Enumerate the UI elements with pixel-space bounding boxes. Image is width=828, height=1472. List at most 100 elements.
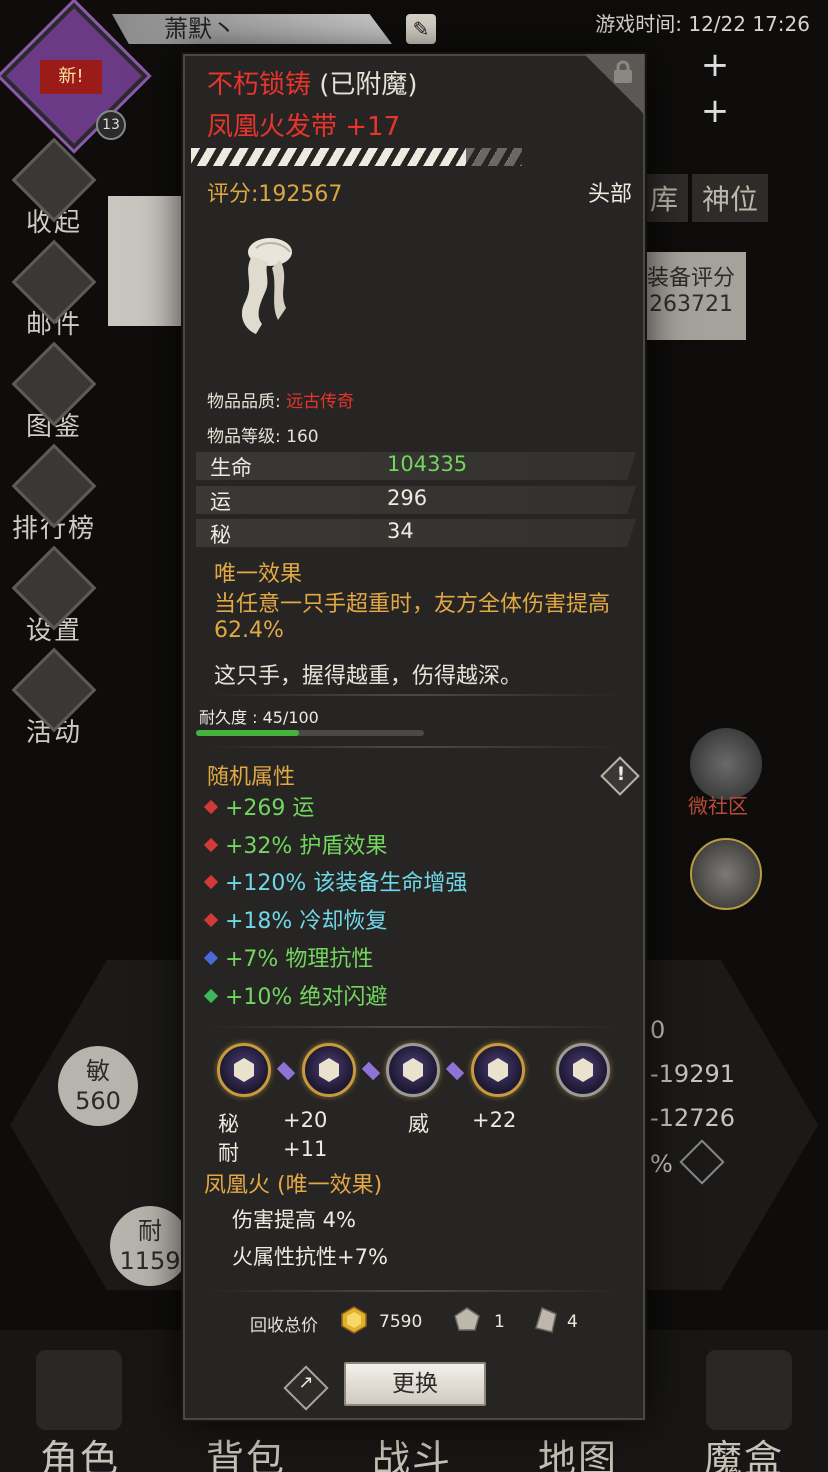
gem-stat-label: 威	[408, 1112, 429, 1136]
stat-name: 秘	[210, 523, 231, 547]
gem-socket[interactable]	[302, 1043, 356, 1097]
item-score: 评分:192567	[207, 182, 343, 207]
tab-battle[interactable]: 战斗	[372, 1428, 452, 1472]
random-attr-text: +32% 护盾效果	[225, 834, 388, 859]
player-name-bar: 萧默丶	[112, 14, 392, 44]
item-level: 物品等级: 160	[207, 427, 319, 447]
magic-box-icon	[706, 1350, 792, 1430]
side-menu-settings[interactable]: 设置	[8, 545, 100, 658]
stat-value: -19291	[650, 1060, 736, 1088]
quality-value: 远古传奇	[286, 392, 355, 412]
set-effect-line: 火属性抗性+7%	[232, 1245, 388, 1269]
add-resource-icon[interactable]: +	[700, 94, 730, 128]
player-name: 萧默丶	[164, 15, 236, 43]
unique-effect-desc: 当任意一只手超重时，友方全体伤害提高 62.4%	[214, 592, 611, 643]
stat-name: 生命	[210, 456, 252, 480]
material-stone-icon	[454, 1307, 480, 1331]
gem-stat-label: 耐	[218, 1141, 239, 1165]
random-attr-text: +7% 物理抗性	[225, 947, 374, 972]
random-attr-row: +269 运	[203, 790, 315, 822]
gem-socket[interactable]	[386, 1043, 440, 1097]
flavor-text: 这只手，握得越重，伤得越深。	[214, 664, 523, 689]
gem-socket[interactable]	[471, 1043, 525, 1097]
stat-circle-endurance: 耐 1159	[110, 1206, 190, 1286]
social-label: 微社区	[688, 794, 748, 818]
set-effect-title: 凤凰火 (唯一效果)	[204, 1173, 383, 1198]
stat-circle-agility: 敏 560	[58, 1046, 138, 1126]
share-icon: ↗	[298, 1372, 314, 1393]
gem-stat-value: +11	[283, 1137, 328, 1161]
side-menu-events[interactable]: 活动	[8, 647, 100, 760]
set-effect-line: 伤害提高 4%	[232, 1208, 356, 1232]
attr-gem-icon	[203, 799, 219, 815]
new-badge: 新!	[40, 60, 102, 94]
tab-character[interactable]: 角色	[40, 1428, 120, 1472]
stat-value: -12726	[650, 1104, 736, 1132]
random-attr-row: +32% 护盾效果	[203, 828, 388, 860]
stat-value: %	[650, 1150, 673, 1178]
gold-icon	[341, 1306, 367, 1334]
game-time: 游戏时间: 12/22 17:26	[595, 12, 810, 36]
divider	[206, 1026, 622, 1028]
helmet-icon[interactable]	[690, 838, 762, 910]
lock-icon[interactable]	[612, 60, 634, 84]
recycle-label: 回收总价	[250, 1316, 318, 1336]
gem-stat-value: +20	[283, 1108, 328, 1132]
enhance-stripe-empty	[466, 148, 522, 166]
gem-socket[interactable]	[556, 1043, 610, 1097]
replace-button[interactable]: 更换	[344, 1362, 486, 1406]
random-attr-text: +120% 该装备生命增强	[225, 871, 468, 896]
random-attr-text: +269 运	[225, 796, 315, 821]
attr-gem-icon	[203, 912, 219, 928]
durability-fill	[196, 730, 299, 736]
item-quality: 物品品质: 远古传奇	[207, 392, 355, 412]
unique-effect-title: 唯一效果	[214, 562, 303, 587]
enchant-title: 不朽锁铸 (已附魔)	[207, 70, 418, 100]
gem-stat-value: +22	[472, 1108, 517, 1132]
stat-value: 296	[387, 486, 428, 510]
side-menu-ranking[interactable]: 排行榜	[8, 443, 100, 556]
random-attr-row: +18% 冷却恢复	[203, 903, 388, 935]
add-resource-icon[interactable]: +	[700, 48, 730, 82]
equip-score-label: 装备评分	[646, 266, 735, 291]
badge-level: 13	[96, 110, 126, 140]
exclamation-icon: !	[616, 763, 626, 785]
item-slot: 头部	[587, 182, 632, 207]
attr-gem-icon	[203, 874, 219, 890]
tab-bag[interactable]: 背包	[206, 1428, 286, 1472]
stat-name: 运	[210, 490, 231, 514]
gem-socket[interactable]	[217, 1043, 271, 1097]
recycle-mat1: 1	[494, 1312, 505, 1332]
durability-label: 耐久度 : 45/100	[199, 708, 319, 727]
divider	[206, 746, 622, 748]
headband-icon	[241, 238, 292, 334]
recycle-gold: 7590	[379, 1312, 423, 1332]
tab-map[interactable]: 地图	[538, 1428, 618, 1472]
side-menu-collapse[interactable]: 收起	[8, 137, 100, 250]
side-menu-codex[interactable]: 图鉴	[8, 341, 100, 454]
item-name: 凤凰火发带 +17	[207, 112, 401, 142]
equip-score-value: 263721	[649, 292, 733, 317]
dragon-banner	[108, 196, 192, 326]
divider	[206, 1290, 622, 1292]
tab-shrine[interactable]: 神位	[692, 174, 769, 222]
stat-row-bg	[196, 519, 636, 547]
tab-magic-box[interactable]: 魔盒	[704, 1428, 784, 1472]
stat-value: 104335	[387, 452, 468, 476]
recycle-mat2: 4	[567, 1312, 578, 1332]
random-attr-row: +7% 物理抗性	[203, 941, 374, 973]
random-attr-title: 随机属性	[207, 765, 296, 790]
equip-score-banner: 装备评分 263721	[636, 252, 746, 340]
random-attr-row: +10% 绝对闪避	[203, 979, 387, 1011]
edit-name-icon[interactable]: ✎	[406, 14, 436, 44]
stat-value: 34	[387, 519, 414, 543]
right-tabs: 库神位	[640, 174, 772, 222]
random-attr-row: +120% 该装备生命增强	[203, 865, 468, 897]
attr-gem-icon	[203, 837, 219, 853]
attr-gem-icon	[203, 988, 219, 1004]
side-menu-mail[interactable]: 邮件	[8, 239, 100, 352]
divider	[206, 694, 622, 696]
random-attr-text: +18% 冷却恢复	[225, 909, 388, 934]
gem-stat-label: 秘	[218, 1112, 239, 1136]
tab-storage[interactable]: 库	[640, 174, 689, 222]
